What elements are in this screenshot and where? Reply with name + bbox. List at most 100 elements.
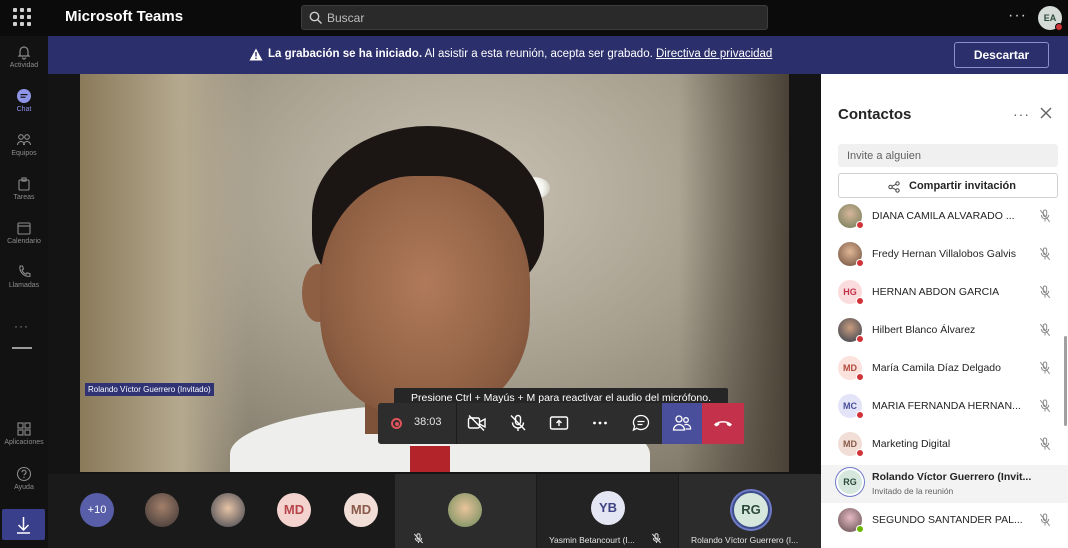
chat-bubble-icon [632,414,650,432]
panel-more-icon[interactable]: ··· [1013,106,1030,122]
gallery-tile-active-speaker[interactable]: RG Rolando Víctor Guerrero (I... [679,474,821,548]
app-launcher-icon[interactable] [12,7,32,27]
video-background [80,74,250,472]
mic-off-icon [413,533,424,544]
status-busy-icon [856,259,864,267]
search-box[interactable]: Buscar [301,5,768,30]
people-icon [672,415,692,431]
participant-gallery: +10 MD MD YB Yasmin Betancourt (I... RG … [48,474,821,548]
tasks-icon [18,177,30,191]
download-button[interactable] [2,509,45,540]
more-apps-icon[interactable]: ··· [14,319,29,333]
gallery-tile[interactable] [395,474,536,548]
contact-name: Hilbert Blanco Álvarez [872,324,976,336]
contact-photo [838,204,864,229]
panel-title: Contactos [838,106,912,123]
hang-up-button[interactable] [702,403,744,444]
contact-name: MARIA FERNANDA HERNAN... [872,400,1021,412]
participant-avatar-md[interactable]: MD [277,493,311,527]
status-busy-icon [1055,23,1063,31]
contact-initials: MD [843,363,857,373]
contact-name: HERNAN ABDON GARCIA [872,286,1000,298]
status-busy-icon [856,411,864,419]
close-icon[interactable] [1039,106,1053,120]
speaker-name-tag: Rolando Víctor Guerrero (Invitado) [85,383,214,396]
camera-toggle-button[interactable] [457,403,498,444]
mic-off-icon [1039,209,1051,223]
contact-avatar: MD [838,432,864,457]
call-timer: 38:03 [414,416,442,428]
rail-label: Calendario [7,238,41,245]
contact-item[interactable]: Hilbert Blanco Álvarez [821,313,1068,351]
contact-photo [838,508,864,533]
contact-name: María Camila Díaz Delgado [872,362,1001,374]
contact-initials: MC [843,401,857,411]
invite-input[interactable] [838,144,1058,167]
rail-label: Aplicaciones [4,439,44,446]
rail-item-teams[interactable]: Equipos [0,132,48,157]
teams-window: Microsoft Teams Buscar ··· EA Actividad … [0,0,1068,548]
rail-label: Actividad [9,62,39,69]
participant-photo[interactable] [211,493,245,527]
rail-item-calendar[interactable]: Calendario [0,220,48,245]
mic-off-icon [1039,323,1051,337]
contact-name: DIANA CAMILA ALVARADO ... [872,210,1015,222]
rail-item-help[interactable]: Ayuda [0,466,48,491]
dismiss-button[interactable]: Descartar [954,42,1049,68]
rail-item-calls[interactable]: Llamadas [0,264,48,289]
contacts-scrollbar[interactable] [1064,336,1067,426]
rail-item-chat[interactable]: Chat [0,88,48,113]
contact-item-active-speaker[interactable]: RG Rolando Víctor Guerrero (Invit... Inv… [821,465,1068,503]
rail-label: Tareas [13,194,35,201]
participants-button[interactable] [662,403,703,444]
bell-icon [17,46,31,60]
mic-off-icon [1039,361,1051,375]
contact-item[interactable]: MC MARIA FERNANDA HERNAN... [821,389,1068,427]
app-rail: Actividad Chat Equipos Tareas Calendario… [0,36,48,548]
contact-item[interactable]: HG HERNAN ABDON GARCIA [821,275,1068,313]
participant-avatar-md[interactable]: MD [344,493,378,527]
rail-item-tasks[interactable]: Tareas [0,176,48,201]
more-options-icon[interactable]: ··· [1008,7,1027,25]
rail-item-apps[interactable]: Aplicaciones [0,421,48,446]
more-participants-badge[interactable]: +10 [80,493,114,527]
status-busy-icon [856,297,864,305]
phone-icon [19,265,31,277]
user-initials: EA [1043,13,1057,23]
contact-avatar: MC [838,394,864,419]
contact-name: SEGUNDO SANTANDER PAL... [872,514,1023,526]
status-busy-icon [856,221,864,229]
call-controls: 38:03 [378,403,744,444]
rail-divider [12,347,32,349]
search-icon [309,11,322,24]
chat-button[interactable] [621,403,662,444]
rail-label: Llamadas [8,282,40,289]
contact-name: Marketing Digital [872,438,951,450]
contact-item[interactable]: Fredy Hernan Villalobos Galvis [821,237,1068,275]
search-input[interactable]: Buscar [327,11,364,25]
mic-toggle-button[interactable] [498,403,539,444]
hang-up-icon [714,421,732,427]
gallery-tile[interactable]: YB Yasmin Betancourt (I... [537,474,678,548]
contact-initials: RG [843,477,857,487]
share-invitation-button[interactable]: Compartir invitación [838,173,1058,198]
share-screen-button[interactable] [539,403,580,444]
banner-bold-text: La grabación se ha iniciado. [268,48,423,60]
warning-icon [249,48,263,61]
contact-item[interactable]: MD Marketing Digital [821,427,1068,465]
contact-item[interactable]: DIANA CAMILA ALVARADO ... [821,199,1068,237]
apps-icon [17,422,31,436]
banner-text: Al asistir a esta reunión, acepta ser gr… [422,48,656,60]
more-actions-button[interactable] [580,403,621,444]
privacy-policy-link[interactable]: Directiva de privacidad [656,48,772,60]
contact-role: Invitado de la reunión [872,486,954,496]
contact-initials: MD [843,439,857,449]
contact-item[interactable]: MD María Camila Díaz Delgado [821,351,1068,389]
contact-initials: HG [843,287,857,297]
camera-off-icon [467,415,486,431]
user-avatar[interactable]: EA [1038,6,1063,31]
contact-item[interactable]: SEGUNDO SANTANDER PAL... [821,503,1068,541]
contact-name: Fredy Hernan Villalobos Galvis [872,248,1016,260]
participant-photo[interactable] [145,493,179,527]
rail-item-activity[interactable]: Actividad [0,44,48,69]
